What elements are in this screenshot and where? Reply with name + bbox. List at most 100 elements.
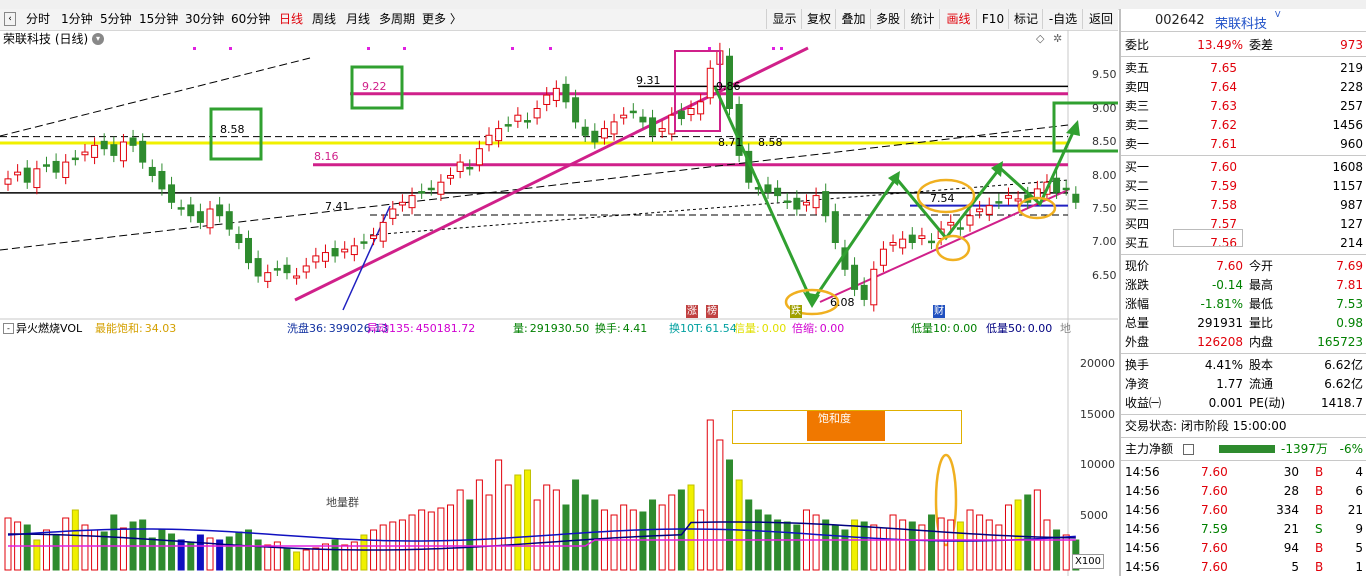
tool-button-0[interactable]: 显示 [766, 9, 802, 29]
candle-body [1062, 187, 1070, 191]
period-tab-5[interactable]: 60分钟 [231, 11, 270, 27]
tool-button-9[interactable]: 返回 [1082, 9, 1119, 29]
period-tab-2[interactable]: 5分钟 [100, 11, 132, 27]
tool-button-5[interactable]: 画线 [939, 9, 977, 29]
candle-body [341, 248, 349, 253]
candle-body [629, 110, 637, 114]
volume-bar [4, 517, 12, 571]
tool-button-1[interactable]: 复权 [801, 9, 836, 29]
trade-status-row: 交易状态: 闭市阶段 15:00:00 [1125, 417, 1365, 435]
event-badge[interactable]: 涨 [686, 305, 698, 318]
period-tab-0[interactable]: 分时 [26, 11, 50, 27]
tool-button-4[interactable]: 统计 [904, 9, 940, 29]
candle-body [552, 87, 560, 101]
period-tab-9[interactable]: 多周期 [379, 11, 415, 27]
volume-bar [331, 539, 339, 571]
indicator-item-label: 换10T: [669, 322, 704, 335]
settings-icon[interactable]: ✲ [1053, 32, 1062, 45]
volume-bar [774, 519, 782, 571]
bid5-input-box[interactable] [1173, 229, 1243, 247]
candle-body [33, 168, 41, 189]
stat-label: PE(动) [1249, 396, 1286, 410]
tool-button-8[interactable]: -自选 [1042, 9, 1083, 29]
volume-bar [23, 524, 31, 571]
volume-bar [225, 536, 233, 571]
candle-body [600, 128, 608, 139]
candle-body [235, 233, 243, 244]
event-badge[interactable]: 财 [933, 305, 945, 318]
indicator-collapse-icon[interactable]: - [3, 323, 14, 334]
volume-bar [889, 514, 897, 571]
main-flow-pct: -6% [1339, 442, 1363, 456]
bid-volume: 1608 [1332, 160, 1363, 174]
tool-button-3[interactable]: 多股 [870, 9, 905, 29]
volume-bar [706, 419, 714, 571]
indicator-item-label: 量: [513, 322, 528, 335]
period-tab-6[interactable]: 日线 [279, 11, 303, 27]
volume-axis-label: 5000 [1080, 509, 1108, 522]
saturation-label: 饱和度 [818, 412, 851, 425]
candle-body [81, 151, 89, 156]
tick-time: 14:56 [1125, 503, 1160, 517]
candle-body [331, 248, 339, 257]
indicator-item-label: 换手: [595, 322, 621, 335]
main-flow-bar [1219, 445, 1275, 453]
volume-bar [1053, 529, 1061, 571]
diamond-icon[interactable]: ◇ [1036, 32, 1044, 45]
chart-area[interactable]: 荣联科技 (日线) ▾ ◇ ✲ 9.50 9.00 8.50 8.00 7.50 7.00… [0, 30, 1118, 576]
stat-label: 量比 [1249, 316, 1274, 330]
period-tab-3[interactable]: 15分钟 [139, 11, 178, 27]
candle-body [273, 268, 281, 271]
tool-button-6[interactable]: F10 [976, 9, 1009, 29]
candle-body [764, 184, 772, 193]
volume-bar [735, 479, 743, 571]
tool-button-2[interactable]: 叠加 [835, 9, 871, 29]
period-tab-10[interactable]: 更多 〉 [422, 11, 462, 27]
candle-body [321, 252, 329, 262]
arrow-head-a [888, 171, 900, 186]
stat-label: 最低 [1249, 297, 1274, 311]
main-flow-icon[interactable] [1183, 444, 1194, 455]
tick-price: 7.59 [1201, 522, 1228, 536]
volume-bar [418, 509, 426, 571]
stat-value: 7.60 [1216, 259, 1243, 273]
stat-label: 内盘 [1249, 335, 1274, 349]
candle-body [216, 204, 224, 217]
tick-row: 14:56 7.60 28 B 6 [1125, 482, 1365, 500]
stat-value: 7.69 [1336, 259, 1363, 273]
candle-body [562, 83, 570, 103]
volume-bar [610, 514, 618, 571]
period-tab-7[interactable]: 周线 [312, 11, 336, 27]
chart-menu-icon[interactable]: ▾ [92, 33, 104, 45]
tick-row: 14:56 7.60 334 B 21 [1125, 501, 1365, 519]
volume-bar [649, 499, 657, 571]
event-badge[interactable]: 跌 [790, 305, 802, 318]
collapse-icon[interactable]: ‹ [4, 12, 16, 26]
tick-count: 5 [1355, 541, 1363, 555]
candle-body [129, 137, 137, 146]
candle-body [581, 126, 589, 136]
indicator-item-value: 0.00 [819, 322, 845, 335]
volume-bar [533, 499, 541, 571]
event-badge[interactable]: 榜 [706, 305, 718, 318]
tick-price: 7.60 [1201, 541, 1228, 555]
stock-app: ‹ 分时 1分钟 5分钟 15分钟 30分钟 60分钟 日线 周线 月线 多周期 更多 〉 显示 复权… [0, 0, 1366, 576]
price-annotation-l741: 7.41 [325, 200, 350, 213]
stat-value: 4.41% [1204, 358, 1243, 372]
tool-button-7[interactable]: 标记 [1008, 9, 1043, 29]
bid-price: 7.60 [1210, 160, 1237, 174]
candle-body [293, 275, 301, 279]
tick-side: B [1315, 560, 1324, 574]
chart-canvas[interactable] [0, 30, 1118, 576]
candle-body [14, 171, 22, 176]
indicator-item: 倍缩: 0.00 [792, 322, 844, 336]
period-tab-8[interactable]: 月线 [346, 11, 370, 27]
candle-body [447, 175, 455, 179]
stat2-row: 净资 1.77 流通 6.62亿 [1125, 375, 1365, 393]
indicator-header: - 异火燃烧VOL 最能饱和: 34.03 洗盘36: 399026.13 异动135:… [0, 322, 1071, 336]
candle-body [168, 184, 176, 203]
period-tab-1[interactable]: 1分钟 [61, 11, 93, 27]
volume-bar [475, 479, 483, 571]
stock-name[interactable]: 荣联科技 [1215, 13, 1267, 32]
period-tab-4[interactable]: 30分钟 [185, 11, 224, 27]
